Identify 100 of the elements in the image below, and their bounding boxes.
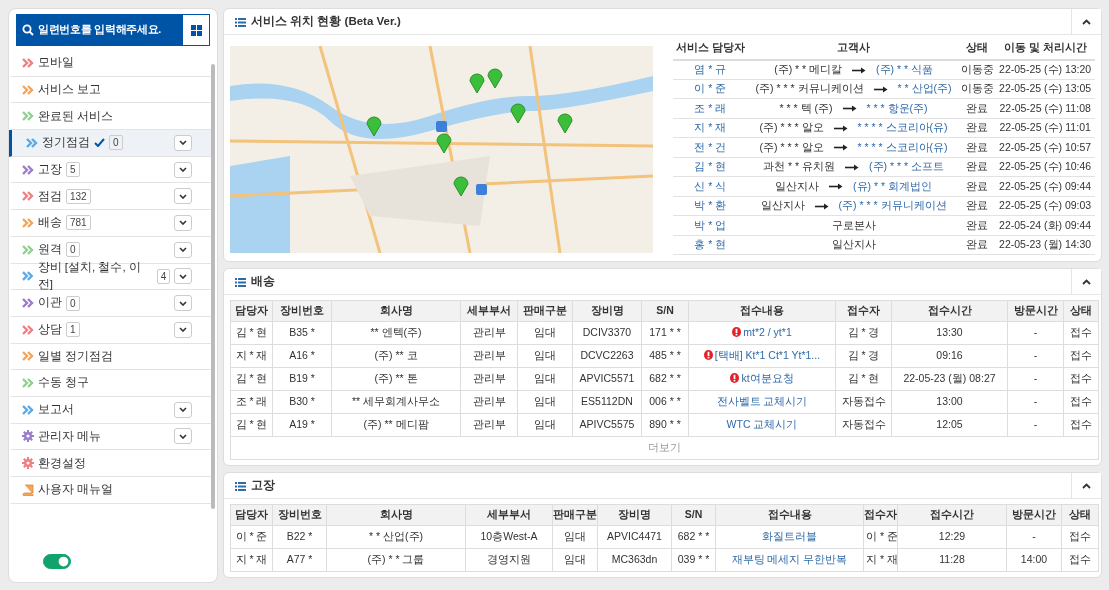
status-cell: 이동중 [959,79,996,99]
received-time-cell: 13:30 [891,321,1008,345]
sidebar-item[interactable]: 상담 1 [9,316,212,344]
expand-button[interactable] [174,295,192,312]
agent-link[interactable]: 김 * 현 [673,157,748,177]
customer-link[interactable]: * * * * 스코리아(유) [857,140,948,153]
toggle-switch[interactable] [42,554,71,569]
agent-link[interactable]: 염 * 규 [673,59,748,80]
expand-button[interactable] [174,134,192,151]
column-header: 상태 [1063,300,1099,322]
list-icon [235,482,246,492]
expand-button[interactable] [174,241,192,258]
receiver-cell: 김 * 현 [835,367,892,391]
grid-view-button[interactable] [182,14,210,46]
request-link[interactable]: kt여분요청 [741,372,794,385]
column-header: 판매구분 [552,504,598,526]
collapse-button[interactable] [1071,473,1101,499]
sidebar-item-label: 점검 [38,188,62,204]
sales-type-cell: 임대 [517,344,573,368]
search-field[interactable]: 일련번호를 입력해주세요. [16,14,182,46]
chevron-down-icon [179,193,187,199]
sidebar-item-label: 상담 [38,322,62,338]
expand-button[interactable] [174,214,192,231]
arrow-icon [829,183,844,191]
sidebar-item[interactable]: 관리자 메뉴 [9,423,212,451]
agent-cell: 조 * 래 [230,390,273,414]
request-link[interactable]: mt*2 / yt*1 [743,326,792,339]
visit-time-cell: - [1006,525,1062,549]
agent-link[interactable]: 박 * 업 [673,215,748,236]
agent-link[interactable]: 박 * 환 [673,196,748,216]
customer-link[interactable]: (주) * * * 커뮤니케이션 [838,199,947,212]
expand-button[interactable] [174,188,192,205]
model-cell: ES5112DN [572,390,642,414]
sales-type-cell: 임대 [517,390,573,414]
expand-button[interactable] [174,161,192,178]
sidebar-item[interactable]: 정기점검 0 [9,130,212,157]
visit-time-cell: - [1007,390,1064,414]
agent-link[interactable]: 이 * 준 [673,79,748,99]
sidebar-item[interactable]: 배송 781 [9,210,212,237]
expand-button[interactable] [174,428,192,445]
receiver-cell: 김 * 경 [835,321,892,345]
received-time-cell: 09:16 [891,344,1008,368]
request-link[interactable]: 화질트러블 [762,530,817,543]
agent-link[interactable]: 조 * 래 [673,98,748,119]
sidebar-item[interactable]: 이관 0 [9,290,212,317]
collapse-button[interactable] [1071,269,1101,295]
column-header: 담당자 [230,300,273,322]
sidebar-item-label: 이관 [38,295,62,311]
customer-link[interactable]: (주) * * * 소프트 [869,160,944,173]
expand-button[interactable] [174,321,192,338]
collapse-button[interactable] [1071,9,1101,34]
sidebar-item-label: 관리자 메뉴 [38,428,102,444]
serial-cell: 006 * * [641,390,689,414]
sidebar-item[interactable]: 모바일 [9,50,212,77]
sidebar-item[interactable]: 장비 [설치, 철수, 이전] 4 [9,263,212,291]
customer-name: 구로본사 [831,218,876,231]
column-header: 상태 [1061,504,1099,526]
customer-link[interactable]: (유) * * 회계법인 [853,179,933,192]
agent-cell: 지 * 재 [230,344,273,368]
customer-link[interactable]: (주) * * 식품 [876,62,933,75]
search-icon [22,24,34,36]
equipment-number-cell: A19 * [272,413,332,437]
agent-cell: 김 * 현 [230,367,273,391]
department-cell: 10층West-A [465,525,553,549]
panel-title: 고장 [250,478,275,494]
sidebar-item[interactable]: 보고서 [9,396,212,424]
status-cell: 완료 [959,118,996,138]
sidebar-item[interactable]: 점검 132 [9,183,212,211]
sidebar-item[interactable]: 고장 5 [9,156,212,184]
status-cell: 접수 [1063,344,1099,368]
agent-link[interactable]: 홍 * 현 [673,235,748,255]
agent-cell: 김 * 현 [230,413,273,437]
agent-link[interactable]: 신 * 식 [673,176,748,197]
customer-name: * * * 텍 (주) [779,101,833,114]
customer-link[interactable]: * * * * 스코리아(유) [857,121,948,134]
column-header: 판매구분 [517,300,573,322]
customer-link[interactable]: * * * 항운(주) [866,101,928,114]
sidebar-item-label: 완료된 서비스 [38,108,114,124]
model-cell: MC363dn [597,548,672,572]
chevron-down-icon [179,407,187,413]
agent-cell: 지 * 재 [230,548,273,572]
sidebar-item-label: 정기점검 [42,135,90,151]
agent-link[interactable]: 지 * 재 [673,118,748,138]
expand-button[interactable] [174,401,192,418]
equipment-number-cell: A77 * [272,548,327,572]
serial-cell: 039 * * [671,548,716,572]
arrow-icon [845,163,860,171]
equipment-number-cell: B22 * [272,525,327,549]
scrollbar[interactable] [211,64,215,509]
company-cell: (주) * * 그룹 [326,548,466,572]
column-header: 상태 [959,40,996,60]
time-cell: 22-05-24 (화) 09:44 [995,215,1095,236]
sidebar-item-label: 고장 [38,161,62,177]
receiver-cell: 지 * 재 [863,548,898,572]
status-cell: 접수 [1063,413,1099,437]
customer-link[interactable]: * * 산업(주) [897,82,952,95]
chevron-up-icon [1082,482,1091,489]
expand-button[interactable] [174,268,192,285]
received-time-cell: 13:00 [891,390,1008,414]
agent-link[interactable]: 전 * 건 [673,137,748,158]
